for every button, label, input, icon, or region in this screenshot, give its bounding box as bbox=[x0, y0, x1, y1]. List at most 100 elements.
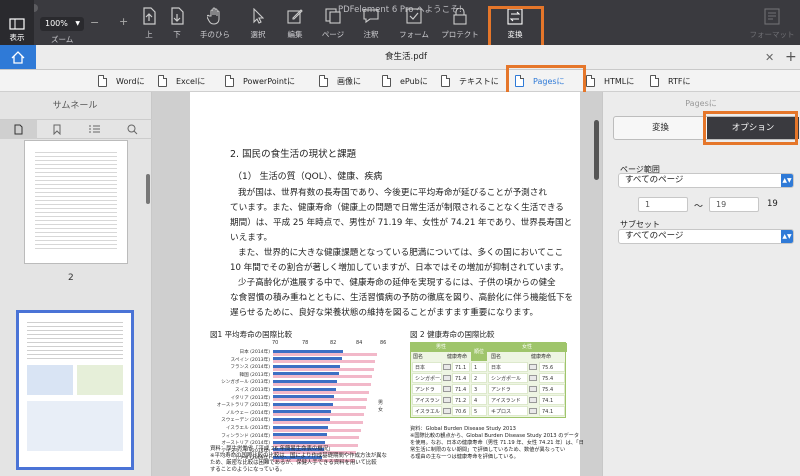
chevron-down-icon: ▼ bbox=[75, 20, 80, 27]
thumbnail-preview bbox=[27, 319, 123, 359]
hand-button[interactable]: 手のひら bbox=[198, 0, 232, 45]
thumbnail-tab[interactable] bbox=[0, 120, 37, 139]
figure1-row-label: スイス (2013年) bbox=[235, 388, 270, 393]
page-range-select[interactable]: すべてのページ ▲▼ bbox=[618, 173, 794, 188]
flag-icon bbox=[529, 386, 537, 392]
table-cell: 75.6 bbox=[539, 362, 565, 372]
table-cell: 71.2 bbox=[452, 395, 470, 405]
figure1-row-label: フランス (2014年) bbox=[230, 365, 270, 371]
subset-select[interactable]: すべてのページ ▲▼ bbox=[618, 229, 794, 244]
sidebar-tabs bbox=[0, 119, 152, 139]
figure2-note: 資料：Global Burden Disease Study 2013 bbox=[410, 426, 516, 432]
list-icon bbox=[89, 125, 100, 133]
bar-female bbox=[273, 375, 373, 379]
to-epub-button[interactable]: ePubに bbox=[382, 73, 428, 89]
table-header-rank: 順位 bbox=[471, 343, 487, 361]
select-button[interactable]: 選択 bbox=[244, 0, 272, 45]
view-button[interactable]: 表示 bbox=[0, 0, 34, 45]
tab-convert[interactable]: 変換 bbox=[614, 117, 707, 139]
table-cell: 71.1 bbox=[452, 362, 470, 372]
down-button[interactable]: 下 bbox=[164, 0, 190, 45]
form-button[interactable]: フォーム bbox=[396, 0, 432, 45]
home-button[interactable] bbox=[0, 45, 36, 69]
page-up-icon bbox=[138, 6, 160, 26]
legend-male: 男 bbox=[378, 400, 384, 406]
to-html-button[interactable]: HTMLに bbox=[586, 73, 634, 89]
paragraph-line: ています。また、健康寿命（健康上の問題で日常生活が制限されることなく生活できる bbox=[230, 203, 564, 213]
paragraph-line: いえます。 bbox=[230, 233, 273, 243]
flag-icon bbox=[443, 375, 451, 381]
edit-button[interactable]: 編集 bbox=[281, 0, 309, 45]
paragraph-line: 10 年間でその割合が著しく増加していますが、日本ではその増加が抑制されています… bbox=[230, 263, 569, 273]
sub-heading: （1） 生活の質（QOL）、健康、疾病 bbox=[233, 172, 383, 182]
main-toolbar: PDFelement 6 Pro へようこそ! 表示 100% ▼ − + ズー… bbox=[0, 0, 800, 45]
table-cell: 71.4 bbox=[452, 384, 470, 394]
zoom-in-button[interactable]: + bbox=[119, 15, 128, 28]
figure1-row-label: イタリア (2013年) bbox=[230, 395, 270, 401]
bar-female bbox=[273, 352, 377, 356]
file-icon bbox=[586, 75, 595, 87]
thumbnail-page-number: 2 bbox=[68, 273, 74, 283]
outline-tab[interactable] bbox=[76, 120, 113, 139]
bookmark-tab[interactable] bbox=[38, 120, 75, 139]
figure2-note: る理由の主な一つは健康寿命を評価している。 bbox=[410, 454, 519, 460]
new-tab-icon[interactable]: + bbox=[785, 49, 797, 65]
table-cell: アンドラ bbox=[412, 384, 442, 394]
comment-button[interactable]: 注釈 bbox=[357, 0, 385, 45]
page-button[interactable]: ページ bbox=[318, 0, 348, 45]
page-thumbnail-2[interactable] bbox=[16, 310, 134, 470]
edit-icon bbox=[284, 6, 306, 26]
total-pages: 19 bbox=[767, 199, 778, 209]
table-cell: イスラエル bbox=[412, 406, 442, 416]
format-icon bbox=[761, 6, 783, 26]
panel-header: Pagesに bbox=[685, 99, 717, 108]
format-button[interactable]: フォーマット bbox=[746, 0, 798, 45]
to-excel-button[interactable]: Excelに bbox=[158, 73, 205, 89]
table-cell: 75.4 bbox=[539, 384, 565, 394]
figure1-legend: 男 女 bbox=[378, 400, 383, 414]
figure2-table: 男性 順位 女性 国名 健康寿命 国名 健康寿命 日本 71.1 1 日本 75.6 シン… bbox=[410, 342, 567, 418]
sidebar-title: サムネール bbox=[52, 101, 98, 111]
tab-document[interactable]: 食生活.pdf bbox=[36, 45, 776, 69]
page-range-value: すべてのページ bbox=[625, 175, 684, 185]
to-text-button[interactable]: テキストに bbox=[441, 73, 499, 89]
figure1-row-label: フィンランド (2014年) bbox=[221, 433, 270, 439]
figure2-note: 常生活に制限のない期間」で評価しているため、数値が異なってい bbox=[410, 447, 566, 453]
bar-female bbox=[273, 413, 365, 417]
to-image-button[interactable]: 画像に bbox=[319, 73, 361, 89]
close-tab-icon[interactable]: ✕ bbox=[765, 51, 774, 64]
file-icon bbox=[98, 75, 107, 87]
table-cell: 74.1 bbox=[539, 406, 565, 416]
table-cell: 1 bbox=[471, 362, 487, 372]
range-to-input[interactable]: 19 bbox=[709, 197, 759, 212]
bar-female bbox=[273, 428, 361, 432]
zoom-out-button[interactable]: − bbox=[90, 16, 99, 29]
bookmark-icon bbox=[53, 124, 60, 135]
table-cell: シンガポール bbox=[412, 373, 442, 383]
figure1-row-label: 日本 (2014年) bbox=[239, 350, 270, 355]
figure1-note: することのようになっている。 bbox=[210, 467, 286, 473]
to-rtf-button[interactable]: RTFに bbox=[650, 73, 690, 89]
file-icon bbox=[225, 75, 234, 87]
bar-female bbox=[273, 420, 363, 424]
protect-button[interactable]: プロテクト bbox=[440, 0, 480, 45]
table-cell: 5 bbox=[471, 406, 487, 416]
form-icon bbox=[403, 6, 425, 26]
range-from-input[interactable]: 1 bbox=[638, 197, 688, 212]
convert-panel: Pagesに 変換 オプション ページ範囲 すべてのページ ▲▼ 1 〜 19 … bbox=[602, 92, 800, 476]
sidebar-scrollbar[interactable] bbox=[146, 174, 150, 204]
up-button[interactable]: 上 bbox=[136, 0, 162, 45]
zoom-control[interactable]: 100% ▼ bbox=[40, 17, 84, 31]
document-scrollbar[interactable] bbox=[594, 120, 599, 180]
page-icon bbox=[322, 6, 344, 26]
bar-female bbox=[273, 436, 360, 440]
table-cell: アイスランド bbox=[412, 395, 442, 405]
flag-icon bbox=[529, 364, 537, 370]
search-tab[interactable] bbox=[114, 120, 151, 139]
page-thumbnail-1[interactable] bbox=[24, 140, 128, 264]
to-powerpoint-button[interactable]: PowerPointに bbox=[225, 73, 295, 89]
bar-female bbox=[273, 390, 369, 394]
to-word-button[interactable]: Wordに bbox=[98, 73, 145, 89]
view-icon bbox=[6, 18, 28, 30]
legend-female: 女 bbox=[378, 407, 384, 413]
